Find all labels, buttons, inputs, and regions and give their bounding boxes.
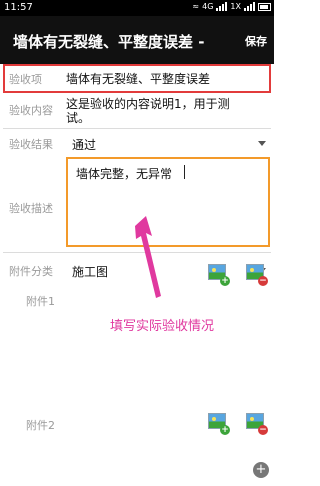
minus-icon: − (258, 425, 268, 435)
attachment2-label: 附件2 (26, 419, 55, 432)
annotation-text: 填写实际验收情况 (110, 319, 215, 334)
zoom-in-icon[interactable]: + (253, 462, 269, 478)
plus-icon: + (220, 425, 230, 435)
attachment2-row: 附件2 (0, 414, 274, 434)
add-image-icon[interactable]: + (208, 413, 230, 435)
remove-image-icon[interactable]: − (246, 413, 268, 435)
